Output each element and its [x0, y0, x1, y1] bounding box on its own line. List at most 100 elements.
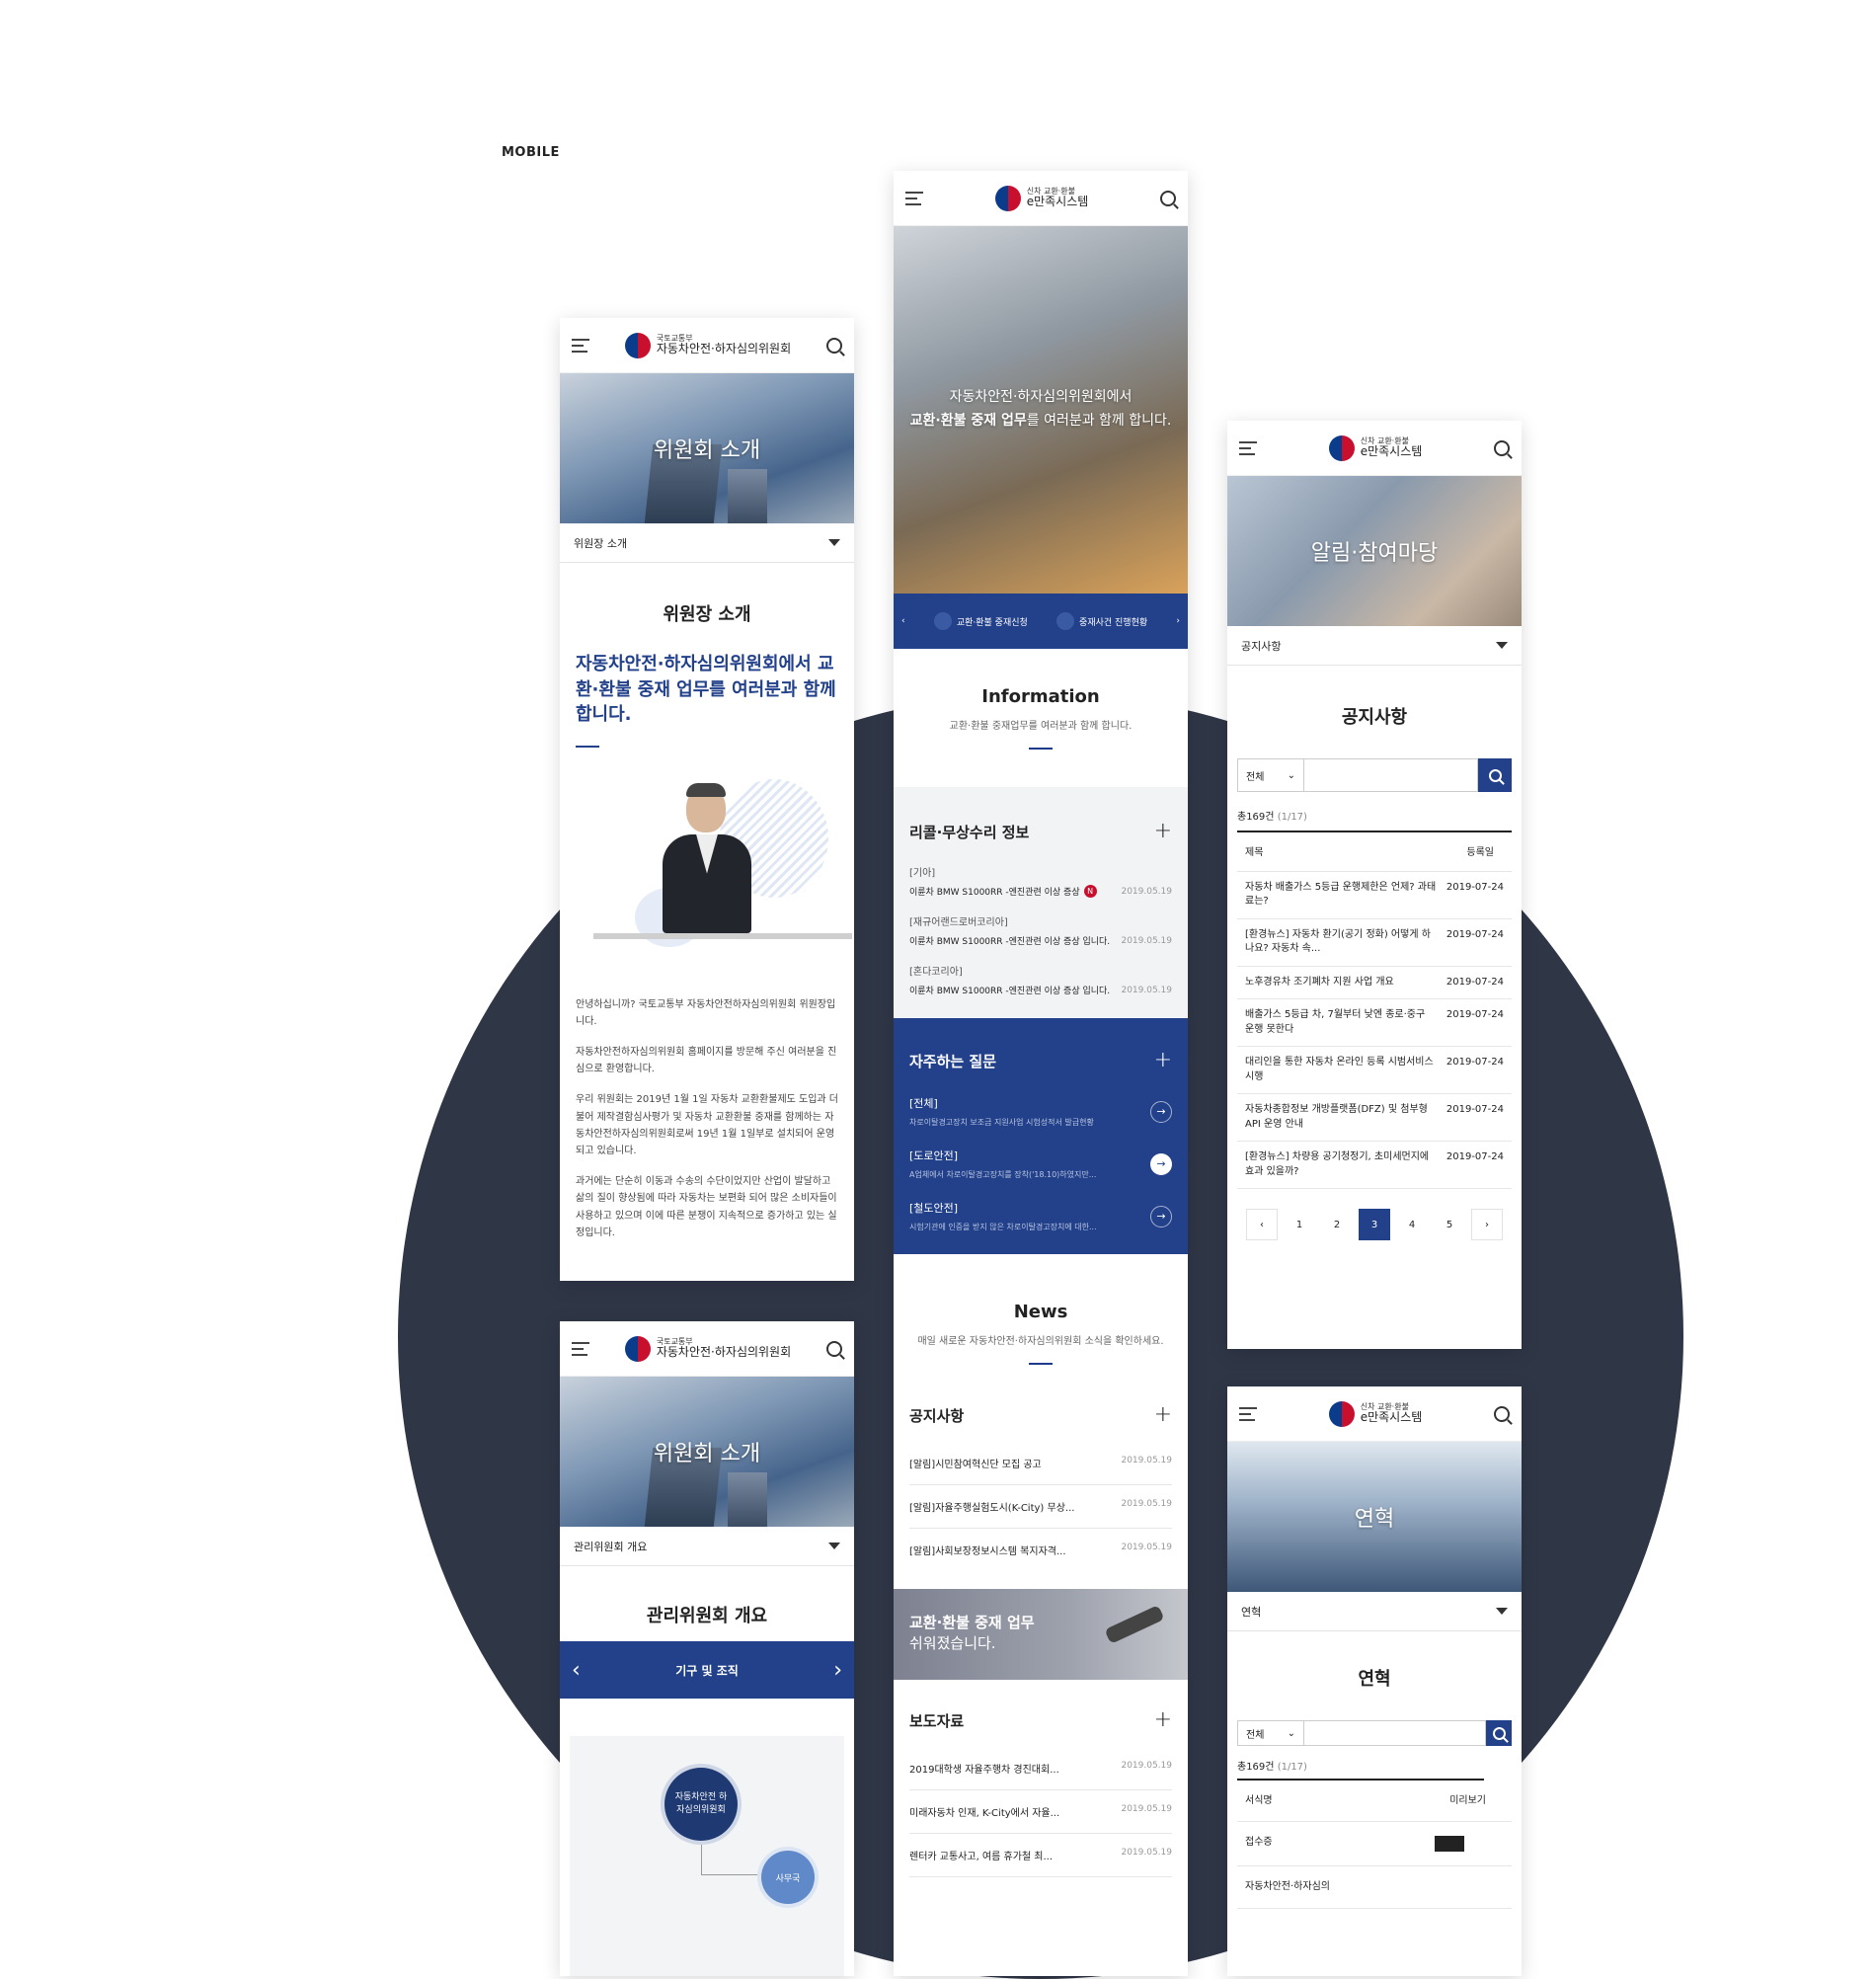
recall-item[interactable]: [기아] 이륜차 BMW S1000RR -엔진관련 이상 증상 N 2019.… [909, 864, 1172, 898]
subnav-dropdown[interactable]: 연혁 [1227, 1592, 1522, 1631]
table-row[interactable]: 자동차안전·하자심의 [1237, 1866, 1512, 1909]
faq-section: 자주하는 질문 + [전체] 차로이탈경고장치 보조금 지원사업 시험성적서 발… [894, 1018, 1188, 1254]
press-section: 보도자료 + 2019대학생 자율주행차 경진대회... 2019.05.19 … [894, 1680, 1188, 1877]
chevron-left-icon[interactable]: ‹ [572, 1658, 581, 1683]
search-icon [1488, 768, 1502, 782]
table-row[interactable]: 자동차 배출가스 5등급 운행제한은 언제? 과태료는? 2019-07-24 [1237, 872, 1512, 919]
intro-text: 안녕하십니까? 국토교통부 자동차안전하자심의위원회 위원장입니다. 자동차안전… [576, 996, 838, 1241]
quick-links-bar: ‹ 교환·환불 중재신청 중재사건 진행현황 › [894, 594, 1188, 649]
pagination-page-active[interactable]: 3 [1359, 1209, 1390, 1240]
search-input[interactable] [1304, 758, 1478, 792]
plus-icon[interactable]: + [1154, 1709, 1172, 1731]
press-item[interactable]: 렌터카 교통사고, 여름 휴가철 최... 2019.05.19 [909, 1834, 1172, 1877]
notice-item[interactable]: [알림]자율주행실험도시(K-City) 무상... 2019.05.19 [909, 1485, 1172, 1529]
intro-paragraph: 우리 위원회는 2019년 1월 1일 자동차 교환환불제도 도입과 더불어 제… [576, 1094, 839, 1156]
hamburger-menu-icon[interactable] [572, 338, 589, 353]
pagination-page[interactable]: 5 [1434, 1209, 1465, 1240]
quick-link-status[interactable]: 중재사건 진행현황 [1056, 612, 1147, 630]
headline: 자동차안전·하자심의위원회에서 교환·환불 중재 업무를 여러분과 함께 합니다… [576, 654, 836, 726]
search-icon[interactable] [825, 337, 842, 354]
notice-item[interactable]: [알림]사회보장정보시스템 복지자격... 2019.05.19 [909, 1529, 1172, 1571]
recall-item[interactable]: [혼다코리아] 이륜차 BMW S1000RR -엔진관련 이상 증상 입니다.… [909, 963, 1172, 996]
quick-link-apply[interactable]: 교환·환불 중재신청 [933, 612, 1028, 630]
category-select[interactable]: 전체 ⌄ [1237, 758, 1304, 792]
subnav-dropdown[interactable]: 공지사항 [1227, 626, 1522, 666]
mobile-header: 국토교통부 자동차안전·하자심의위원회 [560, 318, 854, 373]
logo-title: e만족시스템 [1360, 1410, 1423, 1425]
notice-item[interactable]: [알림]시민참여혁신단 모집 공고 2019.05.19 [909, 1442, 1172, 1485]
pagination-page[interactable]: 1 [1284, 1209, 1315, 1240]
search-icon[interactable] [1494, 1405, 1510, 1422]
news-title: News [1013, 1302, 1068, 1322]
pagination-page[interactable]: 4 [1396, 1209, 1428, 1240]
plus-icon[interactable]: + [1154, 1404, 1172, 1426]
phone-screen-history: 신차 교환·환불 e만족시스템 연혁 연혁 연혁 전체 ⌄ 총169건 (1/1… [1227, 1386, 1522, 1976]
new-badge: N [1083, 885, 1097, 898]
logo[interactable]: 신차 교환·환불 e만족시스템 [1328, 435, 1423, 461]
arrow-right-icon[interactable]: → [1150, 1100, 1172, 1123]
hero-banner: 위원회 소개 [560, 373, 854, 523]
search-icon[interactable] [1494, 439, 1510, 456]
tab-slider: ‹ 기구 및 조직 › [560, 1641, 854, 1699]
intro-paragraph: 과거에는 단순히 이동과 수송의 수단이었지만 산업이 발달하고 삶의 질이 향… [576, 1176, 837, 1238]
table-row[interactable]: [환경뉴스] 차량용 공기청정기, 초미세먼지에 효과 있을까? 2019-07-… [1237, 1142, 1512, 1189]
subnav-label: 관리위원회 개요 [574, 1540, 648, 1553]
hamburger-menu-icon[interactable] [1239, 1406, 1257, 1421]
chevron-down-icon: ⌄ [1287, 1727, 1295, 1739]
hero-line-2-bold: 교환·환불 중재 업무 [909, 413, 1027, 429]
pagination-prev[interactable]: ‹ [1246, 1209, 1278, 1240]
plus-icon[interactable]: + [1154, 821, 1172, 842]
promo-banner[interactable]: 교환·환불 중재 업무 쉬워졌습니다. [894, 1589, 1188, 1680]
subnav-dropdown[interactable]: 위원장 소개 [560, 523, 854, 563]
press-item[interactable]: 미래자동차 인재, K-City에서 자율... 2019.05.19 [909, 1790, 1172, 1834]
pagination-page[interactable]: 2 [1321, 1209, 1353, 1240]
table-row[interactable]: 노후경유차 조기폐차 지원 사업 개요 2019-07-24 [1237, 967, 1512, 999]
org-node-main: 자동차안전 하자심의위원회 [664, 1768, 738, 1841]
logo[interactable]: 국토교통부 자동차안전·하자심의위원회 [624, 1335, 792, 1362]
pagination-next[interactable]: › [1471, 1209, 1503, 1240]
table-row[interactable]: 배출가스 5등급 차, 7월부터 낮엔 종로·중구 운행 못한다 2019-07-… [1237, 999, 1512, 1047]
chevron-right-icon[interactable]: › [1176, 616, 1180, 626]
faq-item[interactable]: [전체] 차로이탈경고장치 보조금 지원사업 시험성적서 발급현황 → [909, 1095, 1172, 1128]
recall-item[interactable]: [재규어랜드로버코리아] 이륜차 BMW S1000RR -엔진관련 이상 증상… [909, 913, 1172, 947]
logo[interactable]: 신차 교환·환불 e만족시스템 [994, 185, 1089, 211]
press-item[interactable]: 2019대학생 자율주행차 경진대회... 2019.05.19 [909, 1747, 1172, 1790]
search-button[interactable] [1478, 758, 1512, 792]
table-row[interactable]: 자동차종합정보 개방플랫폼(DFZ) 및 첨부형API 운영 안내 2019-07… [1237, 1094, 1512, 1142]
result-count: 총169건 (1/17) [1237, 808, 1512, 832]
table-row[interactable]: [환경뉴스] 자동차 환기(공기 정화) 어떻게 하나요? 자동차 속... 20… [1237, 919, 1512, 967]
faq-item[interactable]: [도로안전] A업체에서 차로이탈경고장치를 장착('18.10)하였지만...… [909, 1148, 1172, 1180]
phone-screen-chairman: 국토교통부 자동차안전·하자심의위원회 위원회 소개 위원장 소개 위원장 소개… [560, 318, 854, 1281]
logo[interactable]: 신차 교환·환불 e만족시스템 [1328, 1400, 1423, 1427]
chevron-right-icon[interactable]: › [833, 1658, 842, 1683]
caret-down-icon [828, 539, 840, 546]
table-header: 제목 등록일 [1237, 832, 1512, 872]
logo-title: 자동차안전·하자심의위원회 [656, 1345, 792, 1360]
taegeuk-logo-icon [624, 332, 651, 358]
headline-divider [576, 745, 599, 748]
hero-title: 위원회 소개 [653, 438, 761, 463]
hamburger-menu-icon[interactable] [905, 191, 923, 205]
table-row[interactable]: 대리인을 통한 자동차 온라인 등록 시범서비스 시행 2019-07-24 [1237, 1047, 1512, 1094]
search-icon[interactable] [1160, 190, 1176, 206]
table-row[interactable]: 접수증 [1237, 1822, 1512, 1866]
logo[interactable]: 국토교통부 자동차안전·하자심의위원회 [624, 332, 791, 358]
category-select[interactable]: 전체 ⌄ [1237, 1720, 1304, 1746]
search-input[interactable] [1304, 1720, 1486, 1746]
arrow-right-icon[interactable]: → [1150, 1152, 1172, 1175]
faq-item[interactable]: [철도안전] 시험기관에 인증을 받지 않은 차로이탈경고장치에 대한... → [909, 1200, 1172, 1232]
plus-icon[interactable]: + [1154, 1050, 1172, 1071]
search-icon[interactable] [825, 1340, 842, 1357]
arrow-right-icon[interactable]: → [1150, 1205, 1172, 1227]
taegeuk-logo-icon [994, 185, 1021, 211]
hero-banner: 알림·참여마당 [1227, 476, 1522, 626]
subnav-dropdown[interactable]: 관리위원회 개요 [560, 1527, 854, 1566]
hero-line-2: 를 여러분과 함께 합니다. [1026, 413, 1172, 429]
search-button[interactable] [1486, 1720, 1512, 1746]
chevron-left-icon[interactable]: ‹ [901, 616, 905, 626]
hero-line-1: 자동차안전·하자심의위원회에서 [949, 389, 1133, 406]
hamburger-menu-icon[interactable] [1239, 440, 1257, 455]
logo-title: e만족시스템 [1026, 195, 1089, 209]
logo-title: e만족시스템 [1360, 444, 1423, 459]
hamburger-menu-icon[interactable] [572, 1341, 589, 1356]
